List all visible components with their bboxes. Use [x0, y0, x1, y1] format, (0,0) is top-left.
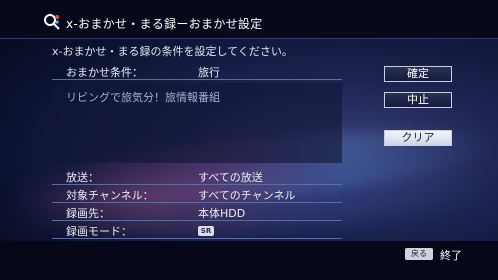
setting-label: 録画先：: [66, 207, 110, 220]
setting-label: 対象チャンネル：: [66, 189, 154, 202]
setting-row-record-mode[interactable]: 録画モード： SR: [52, 222, 342, 239]
title-bar: x-おまかせ・まる録ーおまかせ設定: [0, 0, 498, 38]
setting-label: 放送：: [66, 171, 99, 184]
condition-label: おまかせ条件：: [66, 66, 143, 79]
search-logo-icon: [44, 14, 60, 30]
back-action-label: 終了: [440, 249, 462, 262]
setting-label: 録画モード：: [66, 225, 132, 238]
clear-button[interactable]: クリア: [384, 130, 452, 146]
bottom-bar: [0, 241, 498, 280]
cancel-button[interactable]: 中止: [384, 92, 452, 108]
record-mode-badge: SR: [198, 226, 214, 236]
setting-row-destination[interactable]: 録画先： 本体HDD: [52, 204, 342, 221]
setting-row-channel[interactable]: 対象チャンネル： すべてのチャンネル: [52, 186, 342, 203]
setting-value: 本体HDD: [198, 207, 246, 220]
back-key-icon[interactable]: 戻る: [405, 248, 433, 260]
setting-row-broadcast[interactable]: 放送： すべての放送: [52, 168, 342, 185]
memo-text: リビングで旅気分！旅情報番組: [66, 91, 220, 104]
confirm-button[interactable]: 確定: [384, 66, 452, 82]
condition-row[interactable]: おまかせ条件： 旅行: [52, 63, 342, 80]
setting-value: すべてのチャンネル: [198, 189, 296, 202]
instruction-text: x-おまかせ・まる録の条件を設定してください。: [52, 45, 293, 58]
memo-box[interactable]: リビングで旅気分！旅情報番組: [52, 83, 342, 163]
condition-value: 旅行: [198, 66, 220, 79]
divider: [0, 38, 498, 39]
setting-value: すべての放送: [198, 171, 263, 184]
page-title: x-おまかせ・まる録ーおまかせ設定: [66, 17, 263, 31]
